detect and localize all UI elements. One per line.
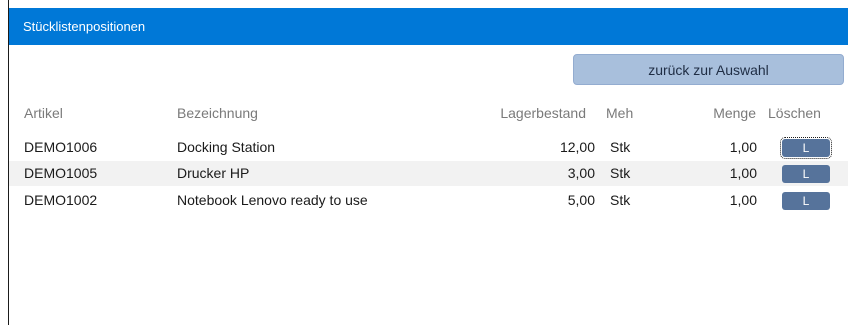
cell-menge: 1,00 xyxy=(729,192,757,208)
header-meh: Meh xyxy=(606,105,634,121)
cell-lagerbestand: 12,00 xyxy=(559,139,595,155)
cell-artikel: DEMO1002 xyxy=(24,192,98,208)
delete-row-button[interactable]: L xyxy=(780,137,832,159)
window-left-border xyxy=(0,0,9,325)
cell-bezeichnung: Notebook Lenovo ready to use xyxy=(177,192,368,208)
table-row: DEMO1006 Docking Station 12,00 Stk 1,00 … xyxy=(9,135,848,160)
delete-row-button[interactable]: L xyxy=(782,165,830,183)
header-lagerbestand: Lagerbestand xyxy=(500,105,586,121)
title-bar: Stücklistenpositionen xyxy=(9,8,848,45)
table-row: DEMO1002 Notebook Lenovo ready to use 5,… xyxy=(9,188,848,213)
cell-menge: 1,00 xyxy=(729,165,757,181)
cell-menge: 1,00 xyxy=(729,139,757,155)
cell-bezeichnung: Drucker HP xyxy=(177,165,250,181)
back-to-selection-button[interactable]: zurück zur Auswahl xyxy=(573,54,844,85)
header-artikel: Artikel xyxy=(24,105,63,121)
table-row: DEMO1005 Drucker HP 3,00 Stk 1,00 L xyxy=(9,161,848,186)
cell-lagerbestand: 5,00 xyxy=(567,192,595,208)
cell-artikel: DEMO1006 xyxy=(24,139,98,155)
cell-artikel: DEMO1005 xyxy=(24,165,98,181)
cell-meh: Stk xyxy=(610,192,631,208)
cell-lagerbestand: 3,00 xyxy=(567,165,595,181)
delete-row-button[interactable]: L xyxy=(782,192,830,210)
header-bezeichnung: Bezeichnung xyxy=(177,105,258,121)
table-header: Artikel Bezeichnung Lagerbestand Meh Men… xyxy=(0,103,848,123)
cell-meh: Stk xyxy=(610,139,631,155)
cell-bezeichnung: Docking Station xyxy=(177,139,276,155)
header-menge: Menge xyxy=(713,105,756,121)
cell-meh: Stk xyxy=(610,165,631,181)
header-loeschen: Löschen xyxy=(768,105,821,121)
window-title: Stücklistenpositionen xyxy=(23,19,146,34)
